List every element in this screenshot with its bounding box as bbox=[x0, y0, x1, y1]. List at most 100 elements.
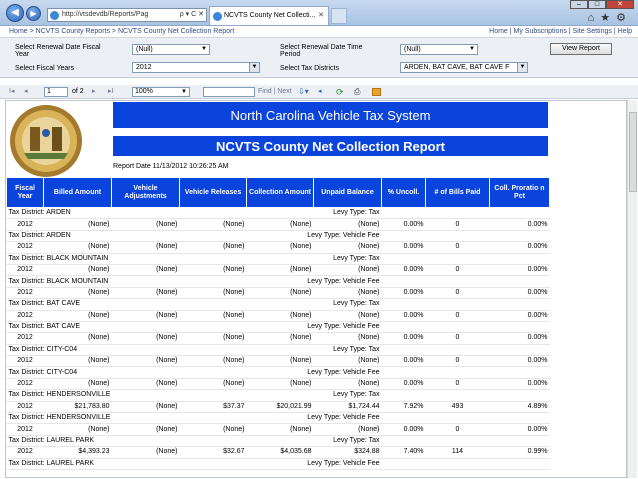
chevron-down-icon: ▼ bbox=[517, 63, 527, 72]
tax-districts-select[interactable]: ARDEN, BAT CAVE, BAT CAVE F ▼ bbox=[400, 62, 528, 73]
report-table-body: Tax District: ARDEN Levy Type: Tax 2012 (No… bbox=[6, 207, 550, 471]
tax-districts-label: Select Tax Districts bbox=[280, 65, 339, 72]
renewal-period-select[interactable]: (Null) ▼ bbox=[400, 44, 478, 55]
tax-district-label: Tax District: CITY-C04 bbox=[6, 366, 247, 379]
cell-unpaid: (None) bbox=[313, 264, 382, 277]
chevron-down-icon: ▼ bbox=[201, 46, 207, 52]
maximize-icon[interactable]: □ bbox=[588, 0, 606, 9]
spacer-cell bbox=[381, 275, 550, 288]
levy-type-label: Levy Type: Vehicle Fee bbox=[246, 275, 382, 288]
cell-billed: (None) bbox=[43, 423, 112, 436]
find-next-links[interactable]: Find | Next bbox=[258, 87, 292, 97]
breadcrumb-county-reports[interactable]: NCVTS County Reports bbox=[36, 28, 110, 35]
col-vehicle-releases: Vehicle Releases bbox=[179, 177, 247, 208]
close-window-icon[interactable]: ✕ bbox=[606, 0, 634, 9]
back-to-parent-icon[interactable]: ◂ bbox=[318, 87, 322, 97]
data-feed-icon[interactable] bbox=[372, 88, 381, 96]
district-header-row: Tax District: ARDEN Levy Type: Tax bbox=[6, 207, 550, 220]
table-row: 2012 (None) (None) (None) (None) (None) 0.00% 0… bbox=[6, 287, 550, 300]
last-page-icon[interactable]: ▸I bbox=[108, 87, 113, 97]
address-controls[interactable]: ρ ▾ C ✕ bbox=[180, 9, 204, 21]
renewal-year-value: (Null) bbox=[136, 46, 153, 53]
forward-icon[interactable]: ▶ bbox=[26, 6, 41, 21]
gear-icon[interactable]: ⚙ bbox=[616, 12, 632, 24]
table-row: 2012 (None) (None) (None) (None) (None) 0.00% 0… bbox=[6, 310, 550, 322]
view-report-button[interactable]: View Report bbox=[550, 43, 612, 55]
first-page-icon[interactable]: I◂ bbox=[9, 87, 14, 97]
cell-bills: 0 bbox=[425, 423, 490, 436]
fiscal-years-value: 2012 bbox=[136, 64, 152, 71]
cell-pct: 0.00% bbox=[381, 423, 426, 436]
home-icon[interactable]: ⌂ bbox=[588, 12, 601, 24]
link-site-settings[interactable]: Site Settings bbox=[573, 28, 612, 35]
cell-pror: 4.89% bbox=[489, 401, 550, 414]
tax-district-label: Tax District: BLACK MOUNTAIN bbox=[6, 275, 247, 288]
link-subscriptions[interactable]: My Subscriptions bbox=[514, 28, 567, 35]
tax-district-label: Tax District: HENDERSONVILLE bbox=[6, 412, 247, 425]
cell-rel: (None) bbox=[179, 264, 247, 277]
scrollbar-thumb[interactable] bbox=[629, 112, 637, 192]
cell-adj: (None) bbox=[111, 401, 180, 414]
cell-pct: 0.00% bbox=[381, 310, 426, 322]
favorites-icon[interactable]: ★ bbox=[600, 12, 616, 24]
previous-page-icon[interactable]: ◂ bbox=[24, 87, 28, 97]
cell-year: 2012 bbox=[6, 401, 44, 414]
cell-unpaid: (None) bbox=[313, 378, 382, 391]
refresh-icon[interactable]: ⟳ bbox=[336, 87, 344, 97]
cell-rel: (None) bbox=[179, 287, 247, 300]
tab-close-icon[interactable]: ✕ bbox=[318, 7, 324, 25]
find-input[interactable] bbox=[203, 87, 255, 97]
link-help[interactable]: Help bbox=[618, 28, 632, 35]
ie-page-icon bbox=[50, 11, 59, 20]
link-home[interactable]: Home bbox=[489, 28, 508, 35]
col-collection-amount: Collection Amount bbox=[246, 177, 314, 208]
spacer-cell bbox=[381, 366, 550, 379]
table-row: 2012 (None) (None) (None) (None) (None) 0.00% 0… bbox=[6, 264, 550, 277]
levy-type-label: Levy Type: Vehicle Fee bbox=[246, 230, 382, 243]
cell-pct: 0.00% bbox=[381, 355, 426, 368]
fiscal-years-select[interactable]: 2012 ▼ bbox=[132, 62, 260, 73]
renewal-period-label: Select Renewal Date Time Period bbox=[280, 44, 363, 58]
cell-billed: (None) bbox=[43, 264, 112, 277]
cell-unpaid: (None) bbox=[313, 423, 382, 436]
vertical-scrollbar[interactable] bbox=[627, 100, 637, 478]
renewal-period-value: (Null) bbox=[404, 46, 421, 53]
report-table: Fiscal Year Billed Amount Vehicle Adjust… bbox=[6, 177, 550, 471]
cell-adj: (None) bbox=[111, 446, 180, 459]
new-tab-button[interactable] bbox=[331, 8, 347, 24]
cell-billed: (None) bbox=[43, 218, 112, 231]
zoom-value: 100% bbox=[135, 88, 153, 95]
cell-coll: (None) bbox=[246, 310, 314, 322]
page-number-input[interactable]: 1 bbox=[44, 87, 68, 97]
minimize-icon[interactable]: – bbox=[570, 0, 588, 9]
address-bar[interactable]: http://vtsdevdb/Reports/Pag ρ ▾ C ✕ bbox=[47, 8, 207, 22]
report-viewport[interactable]: North Carolina Vehicle Tax System NCVTS … bbox=[5, 100, 627, 478]
cell-pror: 0.00% bbox=[489, 355, 550, 368]
print-icon[interactable]: ⎙ bbox=[354, 87, 360, 97]
back-icon[interactable]: ◀ bbox=[6, 4, 24, 22]
spacer-cell bbox=[381, 412, 550, 425]
cell-pror: 0.00% bbox=[489, 378, 550, 391]
cell-bills: 0 bbox=[425, 310, 490, 322]
cell-year: 2012 bbox=[6, 218, 44, 231]
table-row: 2012 $4,393.23 (None) $32.67 $4,035.68 $324.8… bbox=[6, 446, 550, 459]
cell-pct: 0.00% bbox=[381, 332, 426, 345]
report-date: Report Date 11/13/2012 10:26:25 AM bbox=[113, 163, 229, 170]
renewal-year-select[interactable]: (Null) ▼ bbox=[132, 44, 210, 55]
next-page-icon[interactable]: ▸ bbox=[92, 87, 96, 97]
report-title: North Carolina Vehicle Tax System bbox=[112, 101, 549, 129]
zoom-select[interactable]: 100% ▼ bbox=[132, 87, 190, 97]
cell-unpaid: $324.88 bbox=[313, 446, 382, 459]
export-icon[interactable]: ⇩▾ bbox=[298, 87, 309, 97]
cell-pct: 0.00% bbox=[381, 218, 426, 231]
breadcrumb-home[interactable]: Home bbox=[9, 28, 28, 35]
chevron-down-icon: ▼ bbox=[249, 63, 259, 72]
browser-tab[interactable]: NCVTS County Net Collecti... ✕ bbox=[209, 6, 329, 25]
cell-adj: (None) bbox=[111, 218, 180, 231]
cell-billed: (None) bbox=[43, 241, 112, 254]
levy-type-label: Levy Type: Vehicle Fee bbox=[246, 412, 382, 425]
district-header-row: Tax District: LAUREL PARK Levy Type: Tax bbox=[6, 435, 550, 448]
cell-rel: (None) bbox=[179, 423, 247, 436]
chevron-down-icon: ▼ bbox=[469, 46, 475, 52]
col-pct-uncollected: % Uncoll. bbox=[381, 177, 426, 208]
